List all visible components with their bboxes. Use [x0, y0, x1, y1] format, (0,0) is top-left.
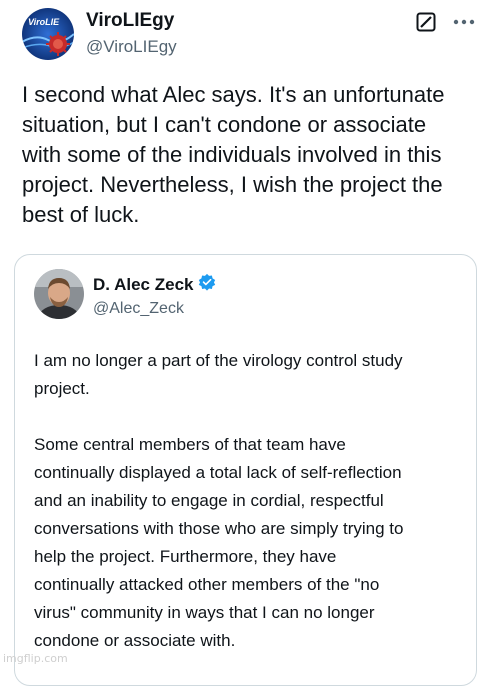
quoted-tweet-card[interactable]: D. Alec Zeck @Alec_Zeck I am no longer a…	[14, 254, 477, 686]
quoted-text-line: continually attacked other members of th…	[34, 575, 380, 594]
author-display-name[interactable]: ViroLIEgy	[86, 10, 177, 32]
author-handle[interactable]: @ViroLIEgy	[86, 36, 177, 58]
quoted-text-line: condone or associate with.	[34, 631, 236, 650]
verified-badge-icon	[198, 273, 216, 296]
tweet-text-line: best of luck.	[22, 202, 140, 227]
tweet-header: ViroLIE ViroLIEgy @ViroLIEgy	[22, 6, 482, 66]
quoted-text-line: and an inability to engage in cordial, r…	[34, 491, 384, 510]
quoted-author-name-block: D. Alec Zeck @Alec_Zeck	[93, 273, 216, 319]
quoted-paragraph-2: Some central members of that team have c…	[34, 431, 464, 655]
quoted-text-line: Some central members of that team have	[34, 435, 346, 454]
tweet-text-line: I second what Alec says. It's an unfortu…	[22, 82, 445, 107]
quoted-paragraph-1: I am no longer a part of the virology co…	[34, 347, 464, 403]
virus-logo-avatar-icon: ViroLIE	[22, 8, 74, 60]
author-avatar[interactable]: ViroLIE	[22, 8, 74, 60]
tweet-text-line: with some of the individuals involved in…	[22, 142, 442, 167]
tweet-text-line: project. Nevertheless, I wish the projec…	[22, 172, 443, 197]
quoted-text-line: project.	[34, 379, 90, 398]
avatar-logo-text: ViroLIE	[28, 17, 60, 27]
quoted-text-line: I am no longer a part of the virology co…	[34, 351, 403, 370]
quoted-text-line: virus" community in ways that I can no l…	[34, 603, 375, 622]
quoted-text-line: conversations with those who are simply …	[34, 519, 404, 538]
quoted-author-avatar[interactable]	[34, 269, 84, 319]
more-dots-icon[interactable]	[452, 10, 476, 34]
tweet-actions	[414, 10, 476, 34]
grok-icon[interactable]	[414, 10, 438, 34]
author-name-block: ViroLIEgy @ViroLIEgy	[86, 10, 177, 58]
quoted-author-handle[interactable]: @Alec_Zeck	[93, 299, 216, 319]
tweet-text-line: situation, but I can't condone or associ…	[22, 112, 427, 137]
person-avatar-icon	[34, 269, 84, 319]
quoted-author-display-name[interactable]: D. Alec Zeck	[93, 275, 193, 295]
quoted-text-line: help the project. Furthermore, they have	[34, 547, 337, 566]
quoted-tweet-text: I am no longer a part of the virology co…	[34, 347, 464, 655]
watermark: imgflip.com	[3, 652, 68, 665]
tweet-text: I second what Alec says. It's an unfortu…	[22, 80, 484, 230]
quoted-text-line: continually displayed a total lack of se…	[34, 463, 402, 482]
